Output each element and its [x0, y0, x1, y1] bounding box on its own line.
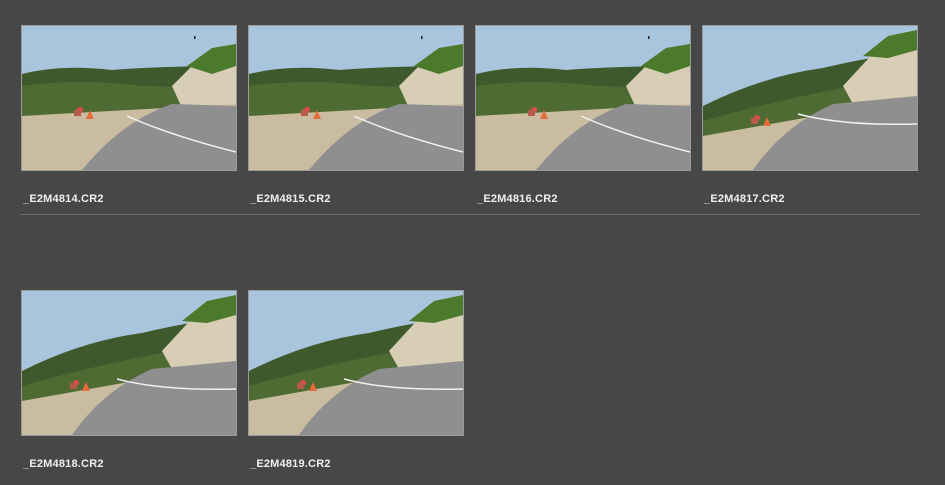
- photo-road-curve: [476, 26, 690, 170]
- thumbnail-image[interactable]: [21, 25, 237, 171]
- thumbnail-image[interactable]: [475, 25, 691, 171]
- thumbnail-filename: _E2M4818.CR2: [23, 458, 104, 470]
- photo-road-curve: [22, 26, 236, 170]
- thumbnail-image[interactable]: [248, 290, 464, 436]
- photo-road-curve-tilted: [249, 291, 463, 435]
- thumbnail-image[interactable]: [21, 290, 237, 436]
- row-divider: [20, 214, 920, 215]
- thumbnail-filename: _E2M4815.CR2: [250, 193, 331, 205]
- thumbnail-image[interactable]: [702, 25, 918, 171]
- thumbnail-filename: _E2M4814.CR2: [23, 193, 104, 205]
- photo-road-curve: [249, 26, 463, 170]
- photo-road-curve-tilted: [703, 26, 917, 170]
- photo-road-curve-tilted: [22, 291, 236, 435]
- thumbnail-filename: _E2M4816.CR2: [477, 193, 558, 205]
- thumbnail-filename: _E2M4819.CR2: [250, 458, 331, 470]
- thumbnail-filename: _E2M4817.CR2: [704, 193, 785, 205]
- thumbnail-image[interactable]: [248, 25, 464, 171]
